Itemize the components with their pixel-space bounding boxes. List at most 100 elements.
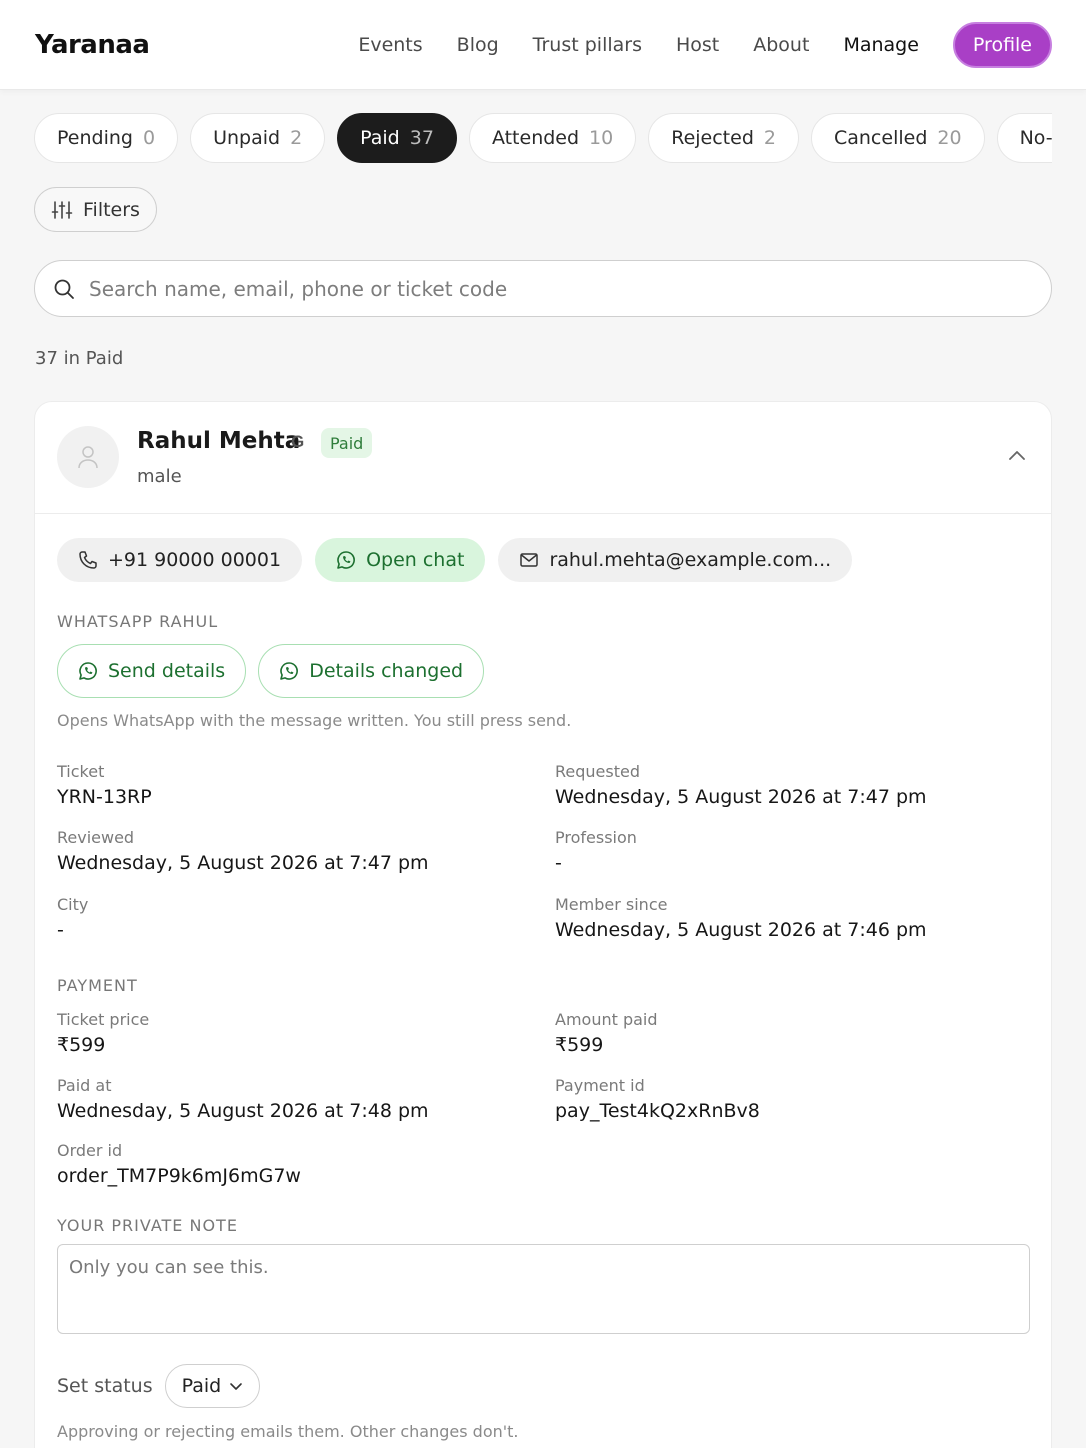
field-label: City xyxy=(57,895,89,914)
member-since-date: Wednesday, 5 August 2026 at 7:46 pm xyxy=(555,919,927,941)
order-id-field: Order id order_TM7P9k6mJ6mG7w xyxy=(57,1141,301,1187)
tab-unpaid[interactable]: Unpaid 2 xyxy=(190,113,326,163)
nav-about[interactable]: About xyxy=(753,34,809,56)
email-chip[interactable]: rahul.mehta@example.com... xyxy=(498,538,853,582)
whatsapp-actions: Send details Details changed xyxy=(57,644,496,698)
whatsapp-hint: Opens WhatsApp with the message written.… xyxy=(57,711,572,730)
reviewed-date: Wednesday, 5 August 2026 at 7:47 pm xyxy=(57,852,429,874)
nav-events[interactable]: Events xyxy=(358,34,422,56)
status-row: Set status Paid xyxy=(57,1364,261,1408)
open-chat-button[interactable]: Open chat xyxy=(315,538,486,582)
payment-id-field: Payment id pay_Test4kQ2xRnBv8 xyxy=(555,1076,760,1122)
filters-button[interactable]: Filters xyxy=(34,187,157,232)
top-header: Yaranaa Events Blog Trust pillars Host A… xyxy=(0,0,1086,90)
ticket-price: ₹599 xyxy=(57,1034,106,1056)
status-badge: Paid xyxy=(321,428,373,458)
tab-pending[interactable]: Pending 0 xyxy=(34,113,179,163)
chevron-down-icon xyxy=(230,1383,243,1390)
requested-field: Requested Wednesday, 5 August 2026 at 7:… xyxy=(555,762,927,808)
tab-label: Unpaid xyxy=(213,127,281,149)
send-details-label: Send details xyxy=(108,660,226,682)
nav-trust-pillars[interactable]: Trust pillars xyxy=(533,34,642,56)
amount-paid-field: Amount paid ₹599 xyxy=(555,1010,658,1056)
city-field: City - xyxy=(57,895,88,941)
status-select[interactable]: Paid xyxy=(164,1364,261,1408)
tab-paid[interactable]: Paid 37 xyxy=(337,113,457,163)
field-label: Profession xyxy=(555,828,637,847)
tab-count: 0 xyxy=(142,127,156,149)
profession-value: - xyxy=(555,852,562,874)
tab-no-show[interactable]: No-sh xyxy=(996,113,1052,163)
whatsapp-icon xyxy=(79,662,97,680)
private-note-box xyxy=(57,1244,1030,1334)
phone-number: +91 90000 00001 xyxy=(108,549,282,571)
nav-manage[interactable]: Manage xyxy=(843,34,918,56)
paid-at-date: Wednesday, 5 August 2026 at 7:48 pm xyxy=(57,1100,429,1122)
payment-id: pay_Test4kQ2xRnBv8 xyxy=(555,1100,760,1122)
field-label: Payment id xyxy=(555,1076,645,1095)
search-input[interactable] xyxy=(89,276,989,301)
nav-host[interactable]: Host xyxy=(676,34,719,56)
set-status-label: Set status xyxy=(57,1375,153,1397)
field-label: Requested xyxy=(555,762,640,781)
tab-count: 2 xyxy=(763,127,776,149)
whatsapp-icon xyxy=(280,662,299,680)
user-icon xyxy=(78,446,98,469)
tab-label: Paid xyxy=(360,127,400,149)
attendee-card: Rahul Mehta G Paid male +91 90000 00001 … xyxy=(34,401,1052,1448)
avatar xyxy=(57,426,119,488)
tab-label: Cancelled xyxy=(833,127,928,149)
profession-field: Profession - xyxy=(555,828,637,874)
search-icon xyxy=(54,279,74,299)
ticket-price-field: Ticket price ₹599 xyxy=(57,1010,149,1056)
mail-icon xyxy=(520,553,539,567)
order-id: order_TM7P9k6mJ6mG7w xyxy=(57,1165,301,1187)
details-changed-button[interactable]: Details changed xyxy=(258,644,485,698)
tab-attended[interactable]: Attended 10 xyxy=(468,113,637,163)
chevron-up-icon[interactable] xyxy=(1007,448,1027,462)
send-details-button[interactable]: Send details xyxy=(57,644,247,698)
tab-count: 20 xyxy=(937,127,962,149)
status-value: Paid xyxy=(181,1375,222,1397)
field-label: Amount paid xyxy=(555,1010,658,1029)
attendee-card-header[interactable]: Rahul Mehta G Paid male xyxy=(35,402,1051,514)
contact-chips: +91 90000 00001 Open chat rahul.mehta@ex… xyxy=(57,538,865,582)
google-icon: G xyxy=(291,432,305,451)
field-label: Member since xyxy=(555,895,668,914)
ticket-code: YRN-13RP xyxy=(57,786,152,808)
field-label: Ticket xyxy=(57,762,105,781)
phone-chip[interactable]: +91 90000 00001 xyxy=(57,538,303,582)
whatsapp-icon xyxy=(337,551,355,569)
results-count: 37 in Paid xyxy=(35,348,124,369)
attendee-gender: male xyxy=(137,466,182,487)
field-label: Reviewed xyxy=(57,828,135,847)
main-nav: Events Blog Trust pillars Host About Man… xyxy=(324,22,1052,68)
status-tabs: Pending 0 Unpaid 2 Paid 37 Attended 10 Rejec… xyxy=(34,113,1052,165)
email-address: rahul.mehta@example.com... xyxy=(549,549,832,571)
search-bar xyxy=(34,260,1052,317)
tab-label: Rejected xyxy=(671,127,754,149)
tab-cancelled[interactable]: Cancelled 20 xyxy=(810,113,985,163)
private-note-input[interactable] xyxy=(69,1257,1018,1321)
attendee-name: Rahul Mehta xyxy=(137,428,301,454)
requested-date: Wednesday, 5 August 2026 at 7:47 pm xyxy=(555,786,927,808)
private-note-label: YOUR PRIVATE NOTE xyxy=(57,1216,238,1235)
reviewed-field: Reviewed Wednesday, 5 August 2026 at 7:4… xyxy=(57,828,429,874)
phone-icon xyxy=(79,551,97,569)
city-value: - xyxy=(57,919,64,941)
whatsapp-section-label: WHATSAPP RAHUL xyxy=(57,612,219,631)
tab-label: Pending xyxy=(57,127,133,149)
open-chat-label: Open chat xyxy=(366,549,465,571)
amount-paid: ₹599 xyxy=(555,1034,604,1056)
tab-rejected[interactable]: Rejected 2 xyxy=(648,113,799,163)
field-label: Order id xyxy=(57,1141,123,1160)
logo[interactable]: Yaranaa xyxy=(35,30,150,60)
field-label: Paid at xyxy=(57,1076,112,1095)
tab-count: 10 xyxy=(589,127,614,149)
profile-button[interactable]: Profile xyxy=(952,22,1052,68)
filters-label: Filters xyxy=(83,198,140,221)
member-since-field: Member since Wednesday, 5 August 2026 at… xyxy=(555,895,927,941)
paid-at-field: Paid at Wednesday, 5 August 2026 at 7:48… xyxy=(57,1076,429,1122)
status-hint: Approving or rejecting emails them. Othe… xyxy=(57,1422,519,1441)
nav-blog[interactable]: Blog xyxy=(457,34,499,56)
